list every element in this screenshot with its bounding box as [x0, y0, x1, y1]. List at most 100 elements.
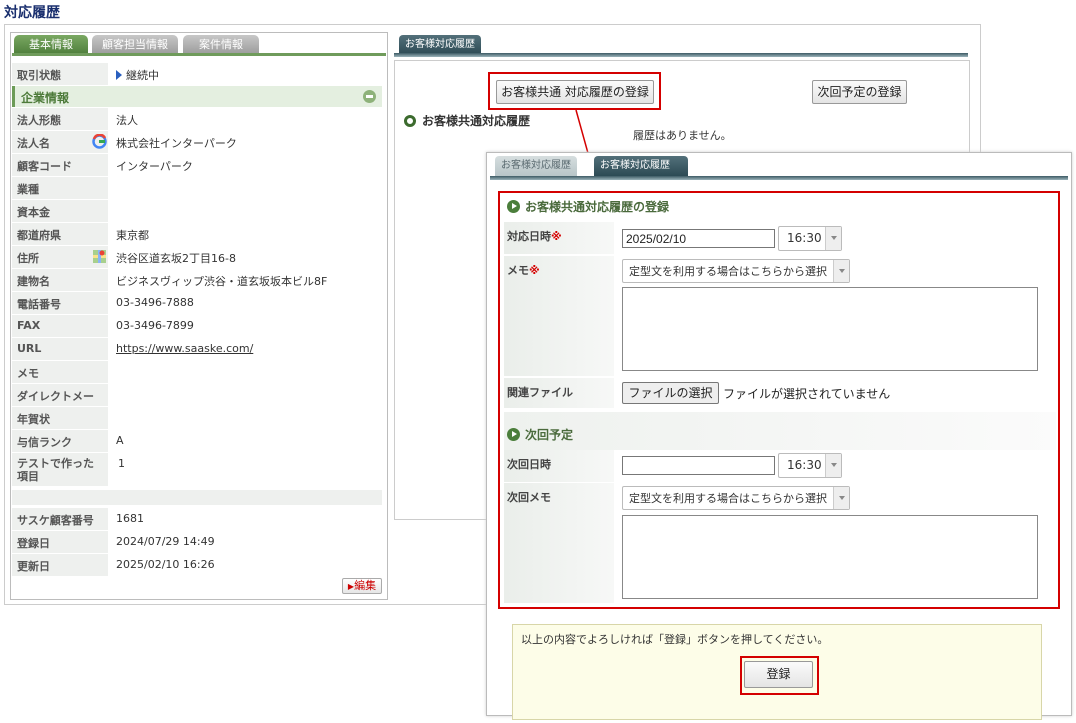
- info-label: 年賀状: [12, 407, 108, 429]
- info-row: 法人名 株式会社インターパーク: [12, 131, 382, 154]
- info-label: URL: [12, 338, 108, 360]
- info-row: 業種: [12, 177, 382, 200]
- next-date-input[interactable]: [622, 456, 775, 475]
- tab-project-info[interactable]: 案件情報: [183, 35, 259, 54]
- register-next-button[interactable]: 次回予定の登録: [812, 80, 907, 104]
- info-row: テストで作った項目 1: [12, 453, 382, 487]
- info-row: 資本金: [12, 200, 382, 223]
- time-select[interactable]: 16:30: [778, 226, 842, 251]
- tab-underline: [12, 53, 386, 56]
- info-label: テストで作った項目: [12, 453, 108, 486]
- tab-basic-info[interactable]: 基本情報: [14, 35, 88, 54]
- info-value: 渋谷区道玄坂2丁目16-8: [116, 252, 236, 265]
- meta-label: 登録日: [12, 531, 108, 553]
- info-value: [116, 407, 382, 429]
- chevron-down-icon: [833, 487, 849, 509]
- info-label: 電話番号: [12, 292, 108, 314]
- status-label: 取引状態: [12, 63, 108, 85]
- meta-label: 更新日: [12, 554, 108, 576]
- info-row: URL https://www.saaske.com/: [12, 338, 382, 361]
- info-label: 都道府県: [12, 223, 108, 245]
- info-value: [116, 384, 382, 406]
- collapse-icon[interactable]: [363, 90, 376, 103]
- info-row: 年賀状: [12, 407, 382, 430]
- status-row: 取引状態 継続中: [12, 63, 382, 86]
- info-value: 1: [118, 457, 125, 470]
- info-row: 顧客コード インターパーク: [12, 154, 382, 177]
- meta-row: 登録日 2024/07/29 14:49: [12, 531, 382, 554]
- info-label: メモ: [12, 361, 108, 383]
- info-label: ダイレクトメール: [12, 384, 108, 419]
- submit-highlight-box: [740, 656, 819, 695]
- info-row: 住所 渋谷区道玄坂2丁目16-8: [12, 246, 382, 269]
- tab-history-active[interactable]: お客様対応履歴 x: [594, 156, 688, 191]
- info-label: 業種: [12, 177, 108, 199]
- meta-row: サスケ顧客番号 1681: [12, 508, 382, 531]
- info-value: [116, 200, 382, 222]
- info-row: メモ: [12, 361, 382, 384]
- info-value: ビジネスヴィップ渋谷・道玄坂坂本ビル8F: [116, 275, 328, 288]
- arrow-circle-icon: [507, 428, 520, 441]
- row-spacer: [12, 490, 382, 506]
- company-info-header[interactable]: 企業情報: [12, 86, 382, 107]
- file-status: ファイルが選択されていません: [723, 387, 891, 401]
- info-value: インターパーク: [116, 160, 193, 173]
- meta-label: サスケ顧客番号: [12, 508, 108, 530]
- info-row: 電話番号 03-3496-7888: [12, 292, 382, 315]
- info-label: 建物名: [12, 269, 108, 291]
- next-time-select[interactable]: 16:30: [778, 453, 842, 478]
- meta-value: 2024/07/29 14:49: [116, 535, 215, 548]
- info-label: 与信ランク: [12, 430, 108, 452]
- info-row: 法人形態 法人: [12, 108, 382, 131]
- info-label: 顧客コード: [12, 154, 108, 176]
- memo-textarea[interactable]: [622, 287, 1038, 371]
- page-title: 対応履歴: [4, 5, 60, 21]
- info-value: 03-3496-7899: [116, 319, 194, 332]
- tab-customer-contact[interactable]: 顧客担当情報: [92, 35, 178, 54]
- google-search-icon[interactable]: [92, 133, 107, 149]
- info-row: 与信ランク A: [12, 430, 382, 453]
- chevron-down-icon: [833, 260, 849, 282]
- form-section-title: お客様共通対応履歴の登録: [507, 198, 669, 215]
- meta-value: 2025/02/10 16:26: [116, 558, 215, 571]
- info-row: 建物名 ビジネスヴィップ渋谷・道玄坂坂本ビル8F: [12, 269, 382, 292]
- status-value: 継続中: [126, 69, 159, 82]
- info-label: FAX: [12, 315, 108, 337]
- info-value: 法人: [116, 114, 138, 127]
- meta-value: 1681: [116, 512, 144, 525]
- modal-tab-line: [490, 176, 1068, 180]
- tab-history-inactive[interactable]: お客様対応履歴: [495, 156, 577, 176]
- next-memo-textarea[interactable]: [622, 515, 1038, 599]
- map-icon[interactable]: [92, 249, 107, 264]
- history-section-title: お客様共通対応履歴: [404, 112, 530, 129]
- date-input[interactable]: [622, 229, 775, 248]
- chevron-down-icon: [825, 454, 841, 477]
- tab-customer-history[interactable]: お客様対応履歴: [399, 35, 481, 55]
- info-row: ダイレクトメール: [12, 384, 382, 419]
- arrow-circle-icon: [507, 200, 520, 213]
- info-row: FAX 03-3496-7899: [12, 315, 382, 338]
- close-icon[interactable]: x: [608, 180, 614, 191]
- info-value: A: [116, 434, 124, 447]
- next-memo-template-select[interactable]: 定型文を利用する場合はこちらから選択: [622, 486, 850, 510]
- memo-template-select[interactable]: 定型文を利用する場合はこちらから選択: [622, 259, 850, 283]
- bullet-icon: [404, 115, 416, 127]
- info-value: 03-3496-7888: [116, 296, 194, 309]
- info-label: 法人形態: [12, 108, 108, 130]
- triangle-icon: [116, 70, 122, 80]
- section-title: 企業情報: [21, 91, 70, 105]
- next-section-title: 次回予定: [507, 426, 573, 443]
- chevron-down-icon: [825, 227, 841, 250]
- empty-message: 履歴はありません。: [633, 129, 732, 142]
- meta-row: 更新日 2025/02/10 16:26: [12, 554, 382, 577]
- info-value: [116, 361, 382, 383]
- info-row: 都道府県 東京都: [12, 223, 382, 246]
- info-value: 東京都: [116, 229, 149, 242]
- url-link[interactable]: https://www.saaske.com/: [116, 338, 382, 360]
- info-label: 資本金: [12, 200, 108, 222]
- info-value: [116, 177, 382, 199]
- tab-line: [394, 53, 968, 57]
- file-select-button[interactable]: ファイルの選択: [622, 382, 719, 404]
- edit-button[interactable]: ▶編集: [342, 578, 382, 594]
- info-value: 株式会社インターパーク: [116, 137, 237, 150]
